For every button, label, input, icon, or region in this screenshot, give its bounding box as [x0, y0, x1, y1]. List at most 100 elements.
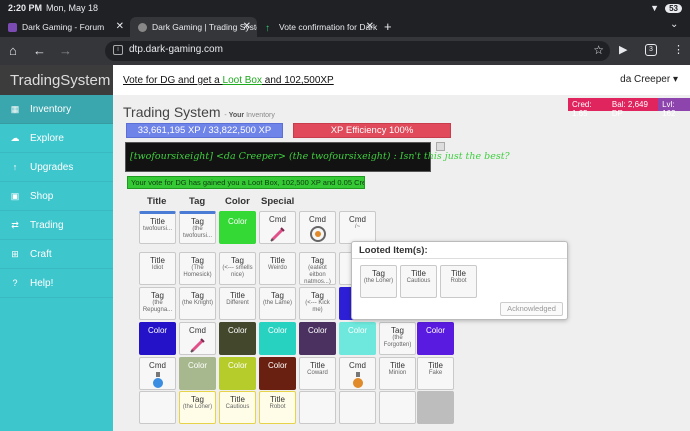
sidebar-item-inventory[interactable]: ▦ Inventory — [0, 95, 113, 124]
item-type-label: Title — [230, 395, 245, 404]
inventory-item[interactable]: Title Weirdo — [259, 252, 296, 285]
dialog-title: Looted Item(s): — [359, 245, 428, 256]
item-type-label: Cmd — [269, 215, 286, 224]
tab-list-chevron-icon[interactable]: ⌄ — [670, 19, 678, 30]
xp-progress-bar: 33,661,195 XP / 33,822,500 XP — [126, 123, 283, 138]
site-logo[interactable]: TradingSystem — [0, 65, 113, 95]
looted-item[interactable]: Title Robot — [440, 265, 477, 298]
inventory-item[interactable]: Title Minion — [379, 357, 416, 390]
inventory-item[interactable]: Tag (the Lame) — [259, 287, 296, 320]
inventory-item[interactable]: Color — [139, 322, 176, 355]
item-value-label: (eateot eitbon natmos...) — [304, 265, 331, 285]
sidebar-item-shop[interactable]: ▣ Shop — [0, 182, 113, 211]
inventory-item[interactable]: Title Fake — [417, 357, 454, 390]
inventory-item[interactable]: Tag (eateot eitbon natmos...) — [299, 252, 336, 285]
looted-item[interactable]: Title Cautious — [400, 265, 437, 298]
inventory-item[interactable]: Title Coward — [299, 357, 336, 390]
inventory-item[interactable] — [379, 391, 416, 424]
tab-forum[interactable]: Dark Gaming - Forum ✕ — [0, 17, 130, 37]
inventory-item[interactable]: Tag (the Repugna... — [139, 287, 176, 320]
inventory-item[interactable]: Tag (<--- Kick me) — [299, 287, 336, 320]
tab-trading-system[interactable]: Dark Gaming | Trading Syste ✕ — [130, 17, 257, 37]
looted-item[interactable]: Tag (the Loner) — [360, 265, 397, 298]
broken-image-icon — [436, 142, 445, 151]
inventory-item[interactable]: Tag (the Forgotten) — [379, 322, 416, 355]
vote-text-pre: Vote for DG and get a — [123, 75, 223, 86]
inventory-item[interactable]: Tag (<--- smells nice) — [219, 252, 256, 285]
item-value-label: (the Knight) — [181, 300, 214, 306]
close-icon[interactable]: ✕ — [116, 21, 124, 32]
new-tab-icon[interactable]: + — [384, 19, 392, 34]
item-value-label: (the twofoursi... — [182, 226, 212, 239]
inventory-item[interactable]: Cmd — [179, 322, 216, 355]
tab-vote-confirmation[interactable]: ↑ Vote confirmation for Dark ✕ — [257, 17, 380, 37]
inventory-item[interactable]: Cmd — [339, 357, 376, 390]
inventory-item[interactable]: Color — [219, 357, 256, 390]
bookmark-star-icon[interactable]: ☆ — [593, 43, 604, 57]
sidebar-item-trading[interactable]: ⇄ Trading — [0, 211, 113, 240]
inventory-item[interactable]: Cmd/~ — [339, 211, 376, 244]
inventory-item[interactable]: Color — [417, 322, 454, 355]
item-type-label: Color — [227, 361, 248, 370]
cloud-icon: ☁ — [10, 132, 20, 143]
inventory-item[interactable]: Tag (the twofoursi... — [179, 211, 216, 244]
info-icon[interactable]: i — [113, 45, 123, 55]
cart-icon: ▣ — [10, 190, 20, 201]
inventory-item[interactable]: Title twofoursi... — [139, 211, 176, 244]
sidebar-item-upgrades[interactable]: ↑ Upgrades — [0, 153, 113, 182]
inventory-item[interactable]: Color — [299, 322, 336, 355]
username-dropdown[interactable]: da Creeper ▾ — [620, 74, 678, 85]
sidebar-item-craft[interactable]: ⊞ Craft — [0, 240, 113, 269]
url-field[interactable]: i dtp.dark-gaming.com ☆ — [105, 41, 610, 61]
vote-link[interactable]: Vote for DG and get a Loot Box and 102,5… — [123, 75, 334, 86]
item-value-label: Minion — [388, 370, 407, 376]
play-icon[interactable]: ▶ — [619, 43, 627, 56]
close-icon[interactable]: ✕ — [243, 21, 251, 32]
divider — [352, 258, 567, 259]
quote-text: [twofoursixeight] <da Creeper> (the twof… — [130, 151, 510, 162]
inventory-item[interactable]: Color — [219, 211, 256, 244]
inventory-item[interactable] — [417, 391, 454, 424]
inventory-item[interactable]: Title Cautious — [219, 391, 256, 424]
item-value-label: (the Loner) — [182, 404, 213, 410]
inventory-item[interactable]: Color — [339, 322, 376, 355]
close-icon[interactable]: ✕ — [366, 21, 374, 32]
up-arrow-favicon-icon: ↑ — [265, 22, 270, 34]
inventory-item[interactable]: Color — [259, 322, 296, 355]
vote-lootbox-text: Loot Box — [222, 75, 262, 86]
inventory-item[interactable]: Cmd — [299, 211, 336, 244]
forward-icon[interactable]: → — [59, 43, 72, 58]
inventory-item[interactable] — [139, 391, 176, 424]
sidebar-item-explore[interactable]: ☁ Explore — [0, 124, 113, 153]
inventory-item[interactable]: Color — [179, 357, 216, 390]
inventory-item[interactable] — [339, 391, 376, 424]
item-type-label: Title — [150, 256, 165, 265]
potion-icon — [352, 372, 363, 388]
vote-text-post: and 102,500XP — [262, 75, 334, 86]
menu-icon[interactable]: ⋮ — [673, 43, 684, 56]
inventory-item[interactable]: Tag (The Homesick) — [179, 252, 216, 285]
inventory-item[interactable]: Color — [259, 357, 296, 390]
inventory-item[interactable] — [299, 391, 336, 424]
inventory-item[interactable]: Color — [219, 322, 256, 355]
item-value-label: Idiot — [151, 265, 164, 271]
inventory-item[interactable]: Cmd — [139, 357, 176, 390]
inventory-item[interactable]: Title Different — [219, 287, 256, 320]
inventory-item[interactable]: Tag (the Loner) — [179, 391, 216, 424]
looted-items-dialog: Looted Item(s): Tag (the Loner) Title Caut… — [351, 241, 568, 320]
inventory-item[interactable]: Title Robot — [259, 391, 296, 424]
inventory-item[interactable]: Cmd — [259, 211, 296, 244]
home-icon[interactable]: ⌂ — [9, 43, 17, 58]
tab-count-button[interactable]: 3 — [645, 44, 657, 56]
item-type-label: Cmd — [149, 361, 166, 370]
acknowledged-button[interactable]: Acknowledged — [500, 302, 563, 316]
item-value-label: Coward — [307, 370, 328, 376]
item-type-label: Cmd — [309, 215, 326, 224]
inventory-item[interactable]: Tag (the Knight) — [179, 287, 216, 320]
inventory-item[interactable]: Title Idiot — [139, 252, 176, 285]
arrow-up-icon: ↑ — [12, 162, 18, 172]
sidebar-item-help[interactable]: ? Help! — [0, 269, 113, 298]
vote-reward-alert: Your vote for DG has gained you a Loot B… — [127, 176, 365, 189]
question-icon: ? — [12, 278, 18, 288]
back-icon[interactable]: ← — [33, 43, 46, 58]
